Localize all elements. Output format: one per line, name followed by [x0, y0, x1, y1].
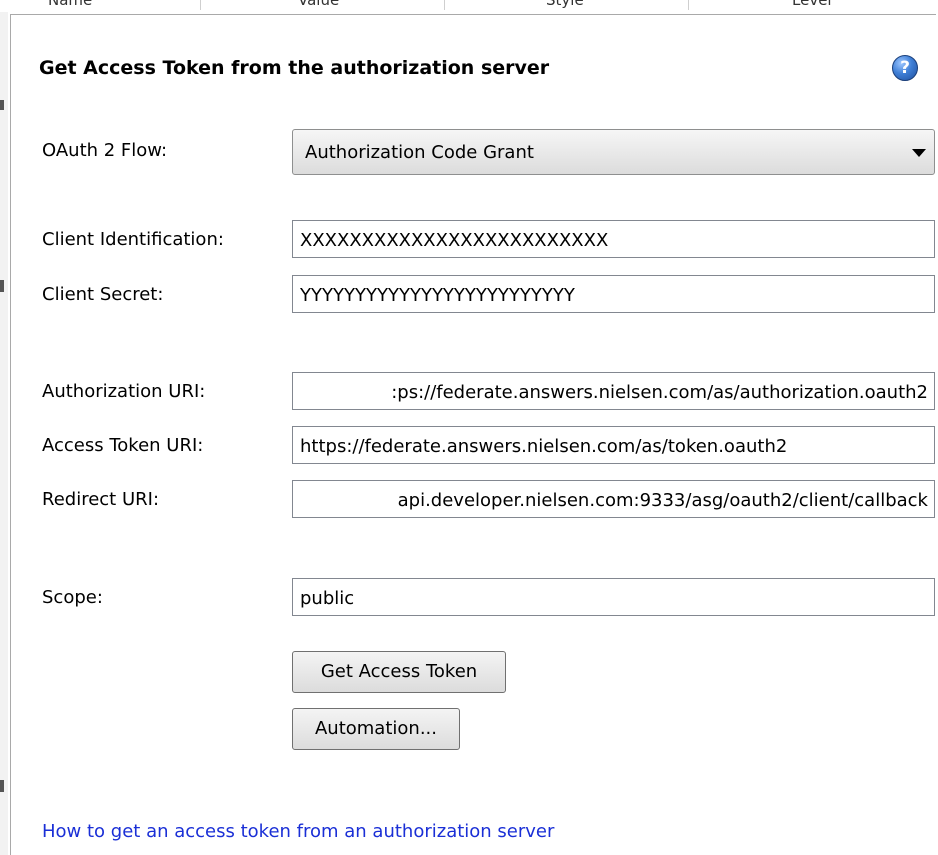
access-token-uri-label: Access Token URI:	[42, 435, 204, 456]
client-identification-field[interactable]: XXXXXXXXXXXXXXXXXXXXXXXXX	[292, 220, 935, 258]
column-separator	[444, 0, 445, 10]
oauth-flow-label: OAuth 2 Flow:	[42, 140, 168, 161]
dialog-title: Get Access Token from the authorization …	[39, 57, 550, 79]
authorization-uri-label: Authorization URI:	[42, 381, 206, 402]
oauth-token-dialog: Get Access Token from the authorization …	[10, 14, 936, 855]
authorization-uri-field[interactable]: :ps://federate.answers.nielsen.com/as/au…	[292, 372, 935, 410]
background-column-value: Value	[298, 0, 340, 9]
client-secret-label: Client Secret:	[42, 284, 164, 305]
client-secret-field[interactable]: YYYYYYYYYYYYYYYYYYYYYYYYY	[292, 275, 935, 313]
background-table-header: Name Value Style Level	[0, 0, 938, 12]
redirect-uri-label: Redirect URI:	[42, 489, 160, 510]
oauth-flow-select[interactable]: Authorization Code Grant	[292, 129, 935, 175]
client-identification-label: Client Identification:	[42, 229, 224, 250]
edge-tick	[0, 780, 4, 792]
chevron-down-icon	[912, 149, 926, 157]
scope-label: Scope:	[42, 587, 103, 608]
background-column-level: Level	[792, 0, 832, 9]
background-column-style: Style	[546, 0, 584, 9]
edge-tick	[0, 280, 4, 292]
column-separator	[688, 0, 689, 10]
client-identification-value: XXXXXXXXXXXXXXXXXXXXXXXXX	[300, 230, 609, 251]
authorization-uri-value: :ps://federate.answers.nielsen.com/as/au…	[391, 382, 928, 403]
get-access-token-button[interactable]: Get Access Token	[292, 651, 506, 693]
background-left-edge	[0, 12, 8, 855]
edge-tick	[0, 100, 4, 110]
redirect-uri-field[interactable]: api.developer.nielsen.com:9333/asg/oauth…	[292, 480, 935, 518]
scope-field[interactable]: public	[292, 578, 935, 616]
column-separator	[200, 0, 201, 10]
access-token-uri-field[interactable]: https://federate.answers.nielsen.com/as/…	[292, 426, 935, 464]
stage: Name Value Style Level Get Access Token …	[0, 0, 938, 855]
automation-button[interactable]: Automation...	[292, 708, 460, 750]
oauth-flow-selected-value: Authorization Code Grant	[305, 142, 534, 163]
help-question-icon[interactable]: ?	[892, 55, 918, 81]
scope-value: public	[300, 588, 355, 609]
access-token-uri-value: https://federate.answers.nielsen.com/as/…	[300, 436, 788, 457]
help-link[interactable]: How to get an access token from an autho…	[42, 821, 554, 842]
redirect-uri-value: api.developer.nielsen.com:9333/asg/oauth…	[397, 490, 928, 511]
background-column-name: Name	[48, 0, 93, 9]
client-secret-value: YYYYYYYYYYYYYYYYYYYYYYYYY	[300, 285, 575, 306]
